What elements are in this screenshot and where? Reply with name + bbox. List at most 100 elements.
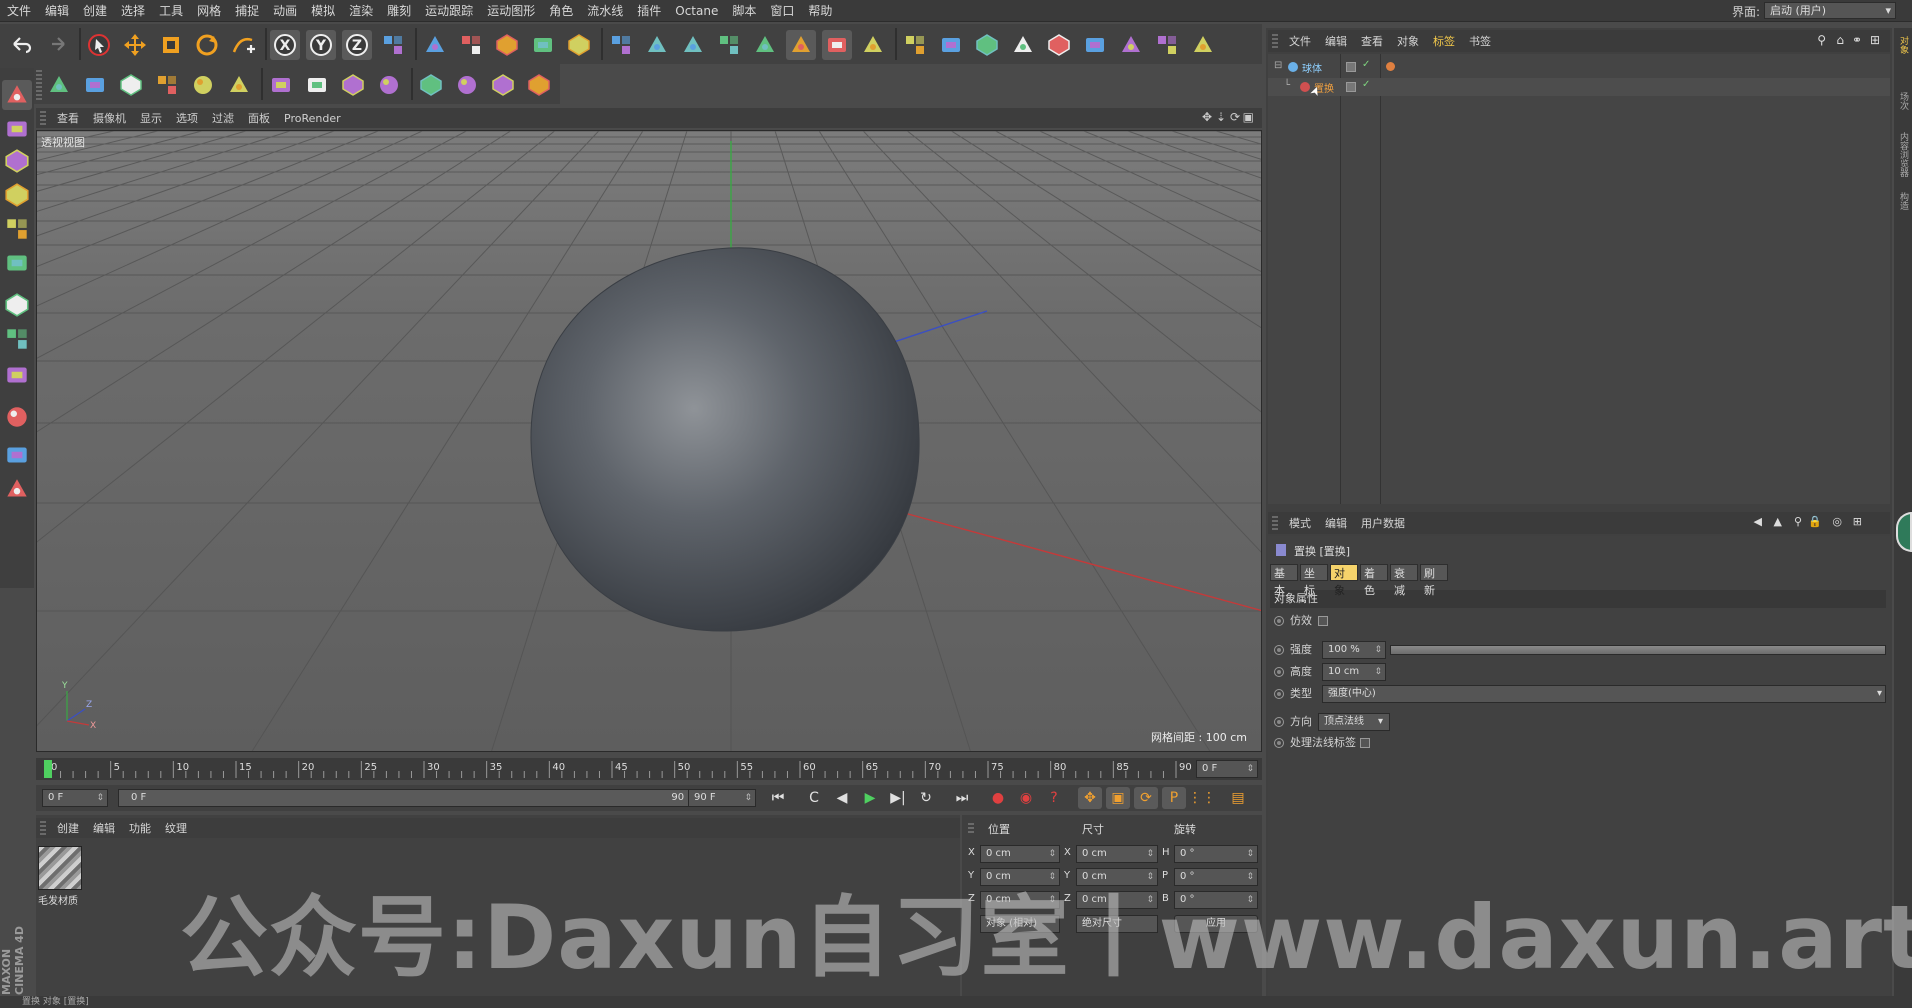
attr-menu-grip[interactable]: [1272, 516, 1278, 530]
workplane-icon[interactable]: [2, 146, 32, 176]
grid-array-icon[interactable]: [374, 70, 404, 100]
menu-item-1[interactable]: 编辑: [38, 2, 76, 19]
perspective-viewport[interactable]: Y Z X 透视视图 网格间距 : 100 cm: [36, 130, 1262, 752]
up-icon[interactable]: ▲: [1774, 515, 1782, 528]
menu-item-7[interactable]: 动画: [266, 2, 304, 19]
end-frame-field[interactable]: 90 F: [688, 789, 756, 807]
visibility-toggle-icon[interactable]: [1346, 62, 1356, 72]
attr-tab-3[interactable]: 着色: [1360, 564, 1388, 597]
object-name[interactable]: 球体: [1302, 60, 1322, 75]
text-icon[interactable]: [152, 70, 182, 100]
link-icon[interactable]: ⚭: [1852, 33, 1862, 47]
key-param-icon[interactable]: P: [1162, 787, 1186, 809]
menu-item-11[interactable]: 运动跟踪: [418, 2, 480, 19]
search-icon[interactable]: ⚲: [1794, 515, 1802, 528]
menu-item-14[interactable]: 流水线: [580, 2, 630, 19]
menu-item-15[interactable]: 插件: [630, 2, 668, 19]
z-axis-lock-icon[interactable]: Z: [342, 30, 372, 60]
om-menu-2[interactable]: 查看: [1354, 33, 1390, 49]
material-menu-2[interactable]: 功能: [122, 820, 158, 836]
viewport-canvas[interactable]: Y Z X: [37, 131, 1262, 752]
timeline-ruler[interactable]: 0 5 10 15 20 25 30 35 40 45 50 55 60 65 70 75 80 85 90 0 F: [36, 758, 1262, 780]
play-icon[interactable]: ▶: [858, 787, 882, 809]
points-mode-icon[interactable]: [2, 180, 32, 210]
next-key-icon[interactable]: ↻: [914, 787, 938, 809]
tracer-icon[interactable]: [188, 70, 218, 100]
om-menu-3[interactable]: 对象: [1390, 33, 1426, 49]
timeline-playhead[interactable]: [44, 760, 52, 778]
rotation-field[interactable]: 0 °: [1174, 868, 1258, 886]
mograph-effector-icon[interactable]: [116, 70, 146, 100]
rotation-field[interactable]: 0 °: [1174, 845, 1258, 863]
render-settings-icon[interactable]: [492, 30, 522, 60]
menu-item-12[interactable]: 运动图形: [480, 2, 542, 19]
rotate-icon[interactable]: [192, 30, 222, 60]
tweak-mode-icon[interactable]: [2, 324, 32, 354]
viewport-menu-5[interactable]: 面板: [241, 110, 277, 126]
attr-menu-2[interactable]: 用户数据: [1354, 515, 1412, 531]
viewport-menu-0[interactable]: 查看: [50, 110, 86, 126]
om-menu-0[interactable]: 文件: [1282, 33, 1318, 49]
last-frame-icon[interactable]: ⏭: [950, 787, 974, 809]
new-window-icon[interactable]: ⊞: [1870, 33, 1880, 47]
lock-workplane-icon[interactable]: [2, 440, 32, 470]
menu-item-18[interactable]: 窗口: [763, 2, 801, 19]
timeline-icon[interactable]: [1152, 30, 1182, 60]
first-frame-icon[interactable]: ⏮: [766, 787, 790, 809]
tag-icon[interactable]: [1386, 62, 1395, 71]
side-tab-1[interactable]: 场次: [1896, 92, 1910, 110]
animate-radio-icon[interactable]: [1274, 717, 1284, 727]
om-menu-5[interactable]: 书签: [1462, 33, 1498, 49]
viewport-layout-icon[interactable]: ▣: [1243, 110, 1254, 124]
key-position-icon[interactable]: ✥: [1078, 787, 1102, 809]
polygons-mode-icon[interactable]: [2, 248, 32, 278]
heart-icon[interactable]: [1080, 30, 1110, 60]
material-menu-0[interactable]: 创建: [50, 820, 86, 836]
add-object-icon[interactable]: [228, 30, 258, 60]
expand-icon[interactable]: ⊟: [1274, 60, 1282, 71]
menu-item-5[interactable]: 网格: [190, 2, 228, 19]
enabled-check-icon[interactable]: ✓: [1362, 79, 1370, 90]
globe-icon[interactable]: [524, 70, 554, 100]
array-cloner-icon[interactable]: [714, 30, 744, 60]
menu-item-17[interactable]: 脚本: [725, 2, 763, 19]
new-window-icon[interactable]: ⊞: [1853, 515, 1862, 528]
strength-field[interactable]: 100 %: [1322, 641, 1386, 659]
back-icon[interactable]: ◀: [1754, 515, 1762, 528]
axis-mode-icon[interactable]: [2, 290, 32, 320]
side-tab-3[interactable]: 构造: [1896, 192, 1910, 210]
prev-frame-icon[interactable]: ◀: [830, 787, 854, 809]
home-icon[interactable]: ⌂: [1836, 33, 1844, 47]
attr-tab-4[interactable]: 衰减: [1390, 564, 1418, 597]
gear-icon[interactable]: [564, 30, 594, 60]
menu-item-19[interactable]: 帮助: [801, 2, 839, 19]
octane-render-icon[interactable]: [1188, 30, 1218, 60]
material-menu-1[interactable]: 编辑: [86, 820, 122, 836]
timeline-window-icon[interactable]: ▤: [1226, 787, 1250, 809]
toolbar-grip[interactable]: [36, 70, 42, 100]
autokey-icon[interactable]: ◉: [1014, 787, 1038, 809]
floor-scene-icon[interactable]: [786, 30, 816, 60]
layout-select[interactable]: 启动 (用户): [1764, 2, 1896, 19]
polygon-tools-icon[interactable]: [302, 70, 332, 100]
animate-radio-icon[interactable]: [1274, 616, 1284, 626]
type-select[interactable]: 强度(中心): [1322, 685, 1886, 703]
position-field[interactable]: 0 cm: [980, 868, 1060, 886]
key-pla-icon[interactable]: ⋮⋮: [1188, 787, 1216, 809]
viewport-menu-1[interactable]: 摄像机: [86, 110, 133, 126]
attr-tab-2[interactable]: 对象: [1330, 564, 1358, 597]
octane-icon[interactable]: [1044, 30, 1074, 60]
material-menu-3[interactable]: 纹理: [158, 820, 194, 836]
menu-item-13[interactable]: 角色: [542, 2, 580, 19]
mograph-cloner-icon[interactable]: [44, 70, 74, 100]
coordinate-system-icon[interactable]: [378, 30, 408, 60]
redo-icon[interactable]: [42, 30, 72, 60]
edges-mode-icon[interactable]: [2, 214, 32, 244]
attr-tab-1[interactable]: 坐标: [1300, 564, 1328, 597]
pen-spline-icon[interactable]: [642, 30, 672, 60]
animate-radio-icon[interactable]: [1274, 667, 1284, 677]
snap-icon[interactable]: [2, 360, 32, 390]
enabled-check-icon[interactable]: ✓: [1362, 59, 1370, 70]
viewport-zoom-icon[interactable]: ⇣: [1216, 110, 1226, 124]
sculpt-icon[interactable]: [452, 70, 482, 100]
